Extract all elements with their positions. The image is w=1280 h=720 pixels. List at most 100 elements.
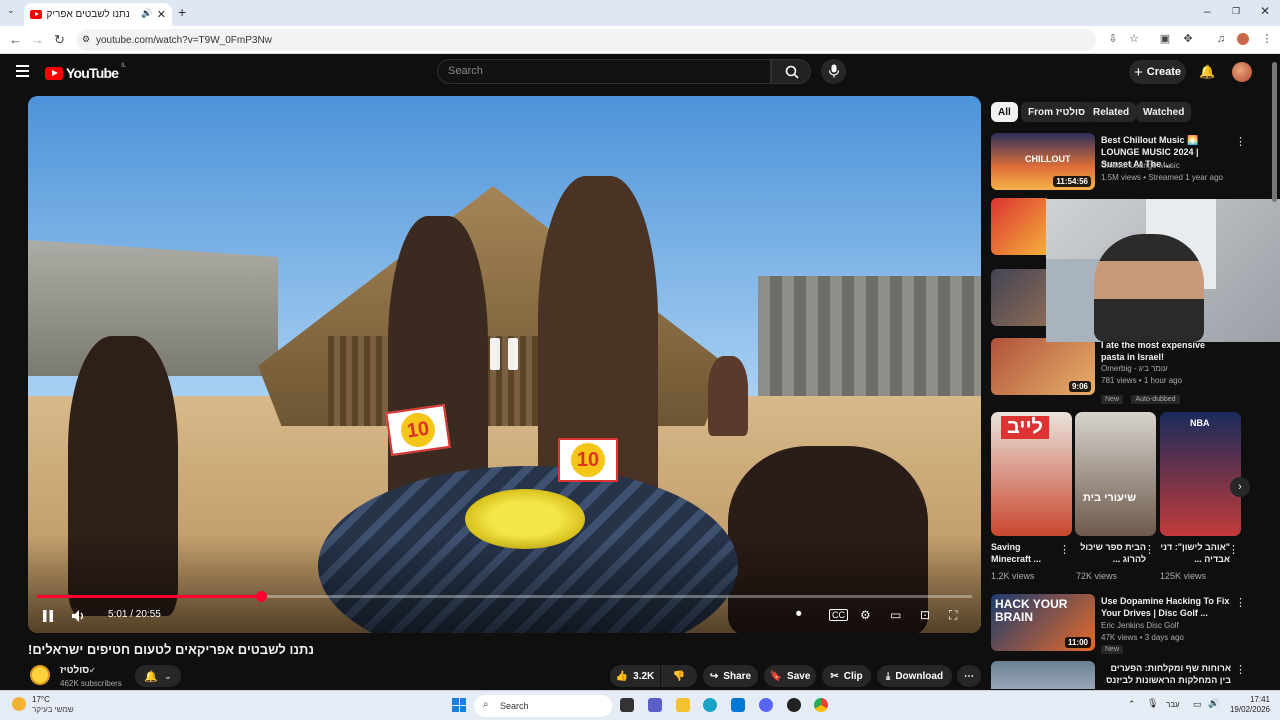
back-icon[interactable]: ← [9,32,22,47]
dislike-button[interactable]: 👎 [661,665,697,687]
forward-icon[interactable]: → [31,32,44,47]
more-vert-icon[interactable]: ⋮ [1235,135,1246,148]
more-vert-icon[interactable]: ⋮ [1144,543,1155,556]
center-pause-icon[interactable] [490,338,520,370]
share-button[interactable]: ↪ Share [703,665,758,687]
weather-temperature[interactable]: 17°C [32,695,50,704]
search-input[interactable]: Search [437,59,771,84]
channel-name[interactable]: סולטיז [60,665,89,676]
close-window-icon[interactable]: ✕ [1260,4,1270,18]
recommendation-item[interactable]: HACK YOUR BRAIN 11:00 Use Dopamine Hacki… [991,594,1251,654]
pause-icon[interactable] [42,610,54,622]
like-button[interactable]: 👍 3.2K [610,665,660,687]
windows-start-icon[interactable] [452,698,466,712]
progress-bar[interactable] [37,591,972,602]
puzzle-icon[interactable]: ✥ [1182,33,1194,45]
url-field[interactable]: ⚙ youtube.com/watch?v=T9W_0FmP3Nw [76,29,1096,51]
download-label: Download [895,670,944,682]
browser-menu-icon[interactable]: ⋮ [1261,33,1273,45]
clip-button[interactable]: ✂ Clip [822,665,871,687]
new-tab-icon[interactable]: + [178,4,186,20]
more-vert-icon[interactable]: ⋮ [1059,543,1070,556]
bookmark-star-icon[interactable]: ☆ [1128,33,1140,45]
more-vert-icon[interactable]: ⋮ [1228,543,1239,556]
youtube-favicon-icon [30,10,42,19]
media-control-icon[interactable]: ♫ [1215,33,1227,45]
create-button[interactable]: + Create [1129,60,1186,84]
recommendation-meta: 781 views • 1 hour ago [1101,376,1183,385]
edge-icon[interactable] [703,698,717,712]
youtube-logo[interactable]: YouTube IL [45,63,126,81]
chrome-icon[interactable] [814,698,828,712]
taskbar-search[interactable]: ⌕ Search [474,695,612,717]
notifications-bell-icon[interactable]: 🔔 [1199,64,1215,80]
account-avatar[interactable] [1232,62,1252,82]
short-thumbnail[interactable]: NBA [1160,412,1241,536]
voice-search-button[interactable] [821,59,846,84]
subscribed-button[interactable]: 🔔 ⌄ [135,665,181,687]
keyboard-language[interactable]: עבר [1166,700,1180,709]
microphone-icon [828,64,839,78]
close-tab-icon[interactable]: ✕ [157,8,166,21]
cast-icon[interactable]: ⊡ [920,608,930,622]
taskbar-search-label: Search [500,701,529,711]
browser-tab[interactable]: 🔊 נתנו לשבטים אפריקאים לט ✕ [24,3,172,26]
download-button[interactable]: ⤓ Download [877,665,952,687]
recommendation-item[interactable]: CHILLOUT 11:54:56 Best Chillout Music 🌅 … [991,133,1251,191]
speaker-icon[interactable]: 🔊 [1208,698,1219,709]
short-title: הבית ספר שיכול להרוג ... [1080,542,1146,564]
fullscreen-icon[interactable]: ⛶ [949,608,957,623]
chip-from-channel[interactable]: From סולטיז [1021,102,1093,122]
profile-icon[interactable] [1237,33,1249,45]
chip-related[interactable]: Related [1086,102,1137,122]
menu-icon[interactable] [16,65,29,77]
short-thumbnail[interactable]: לייב [991,412,1072,536]
task-view-icon[interactable] [620,698,634,712]
score-card: 10 [385,404,451,456]
chip-watched[interactable]: Watched [1136,102,1192,122]
autoplay-toggle-icon[interactable]: ⏺ [796,608,802,621]
settings-icon[interactable]: ⚙ [860,608,871,622]
extension-icon[interactable]: ▣ [1159,33,1171,45]
video-thumbnail[interactable] [991,198,1047,255]
site-info-icon[interactable]: ⚙ [82,34,90,45]
chip-all[interactable]: All [991,102,1018,122]
duration-badge: 11:00 [1064,637,1091,648]
share-label: Share [723,670,752,682]
tray-mic-icon[interactable]: 🎙 [1147,698,1158,709]
miniplayer-icon[interactable]: ▭ [890,608,901,622]
tab-list-icon[interactable]: ⌄ [7,5,15,16]
search-button[interactable] [771,59,811,84]
more-actions-button[interactable]: ⋯ [957,665,981,687]
weather-icon[interactable] [12,697,26,711]
short-views: 125K views [1160,571,1207,581]
recommendation-item[interactable]: ארוחות שף ומקלחות: הפערים בין המחלקות הר… [991,661,1251,689]
recommendation-item[interactable]: 9:06 I ate the most expensive pasta in I… [991,338,1251,404]
speaker-icon[interactable]: 🔊 [141,8,152,19]
more-vert-icon[interactable]: ⋮ [1235,663,1246,676]
clock-time: 17:41 [1249,695,1270,704]
reload-icon[interactable]: ↻ [54,32,65,48]
tray-chevron-icon[interactable]: ⌃ [1128,699,1136,710]
system-clock[interactable]: 17:41 19/02/2026 [1228,695,1270,715]
channel-avatar[interactable] [30,665,50,685]
save-button[interactable]: 🔖 Save [764,665,816,687]
video-player[interactable]: 10 10 5:01 / 20:55 ⏺ CC ⚙ ▭ ⊡ ⛶ [28,96,981,633]
captions-icon[interactable]: CC [829,609,848,621]
short-thumbnail[interactable]: שיעורי בית [1075,412,1156,536]
restore-icon[interactable]: ❐ [1232,6,1240,17]
file-explorer-icon[interactable] [676,698,690,712]
obs-icon[interactable] [787,698,801,712]
shorts-next-icon[interactable]: › [1230,477,1250,497]
store-icon[interactable] [731,698,745,712]
volume-icon[interactable] [72,610,86,622]
video-thumbnail[interactable] [991,269,1047,326]
progress-fill [37,595,262,598]
teams-icon[interactable] [648,698,662,712]
more-vert-icon[interactable]: ⋮ [1235,596,1246,609]
install-app-icon[interactable]: ⇩ [1107,33,1119,45]
scrollbar-thumb[interactable] [1272,62,1277,202]
discord-icon[interactable] [759,698,773,712]
network-icon[interactable]: ▭ [1193,699,1202,710]
minimize-icon[interactable]: – [1204,4,1211,18]
